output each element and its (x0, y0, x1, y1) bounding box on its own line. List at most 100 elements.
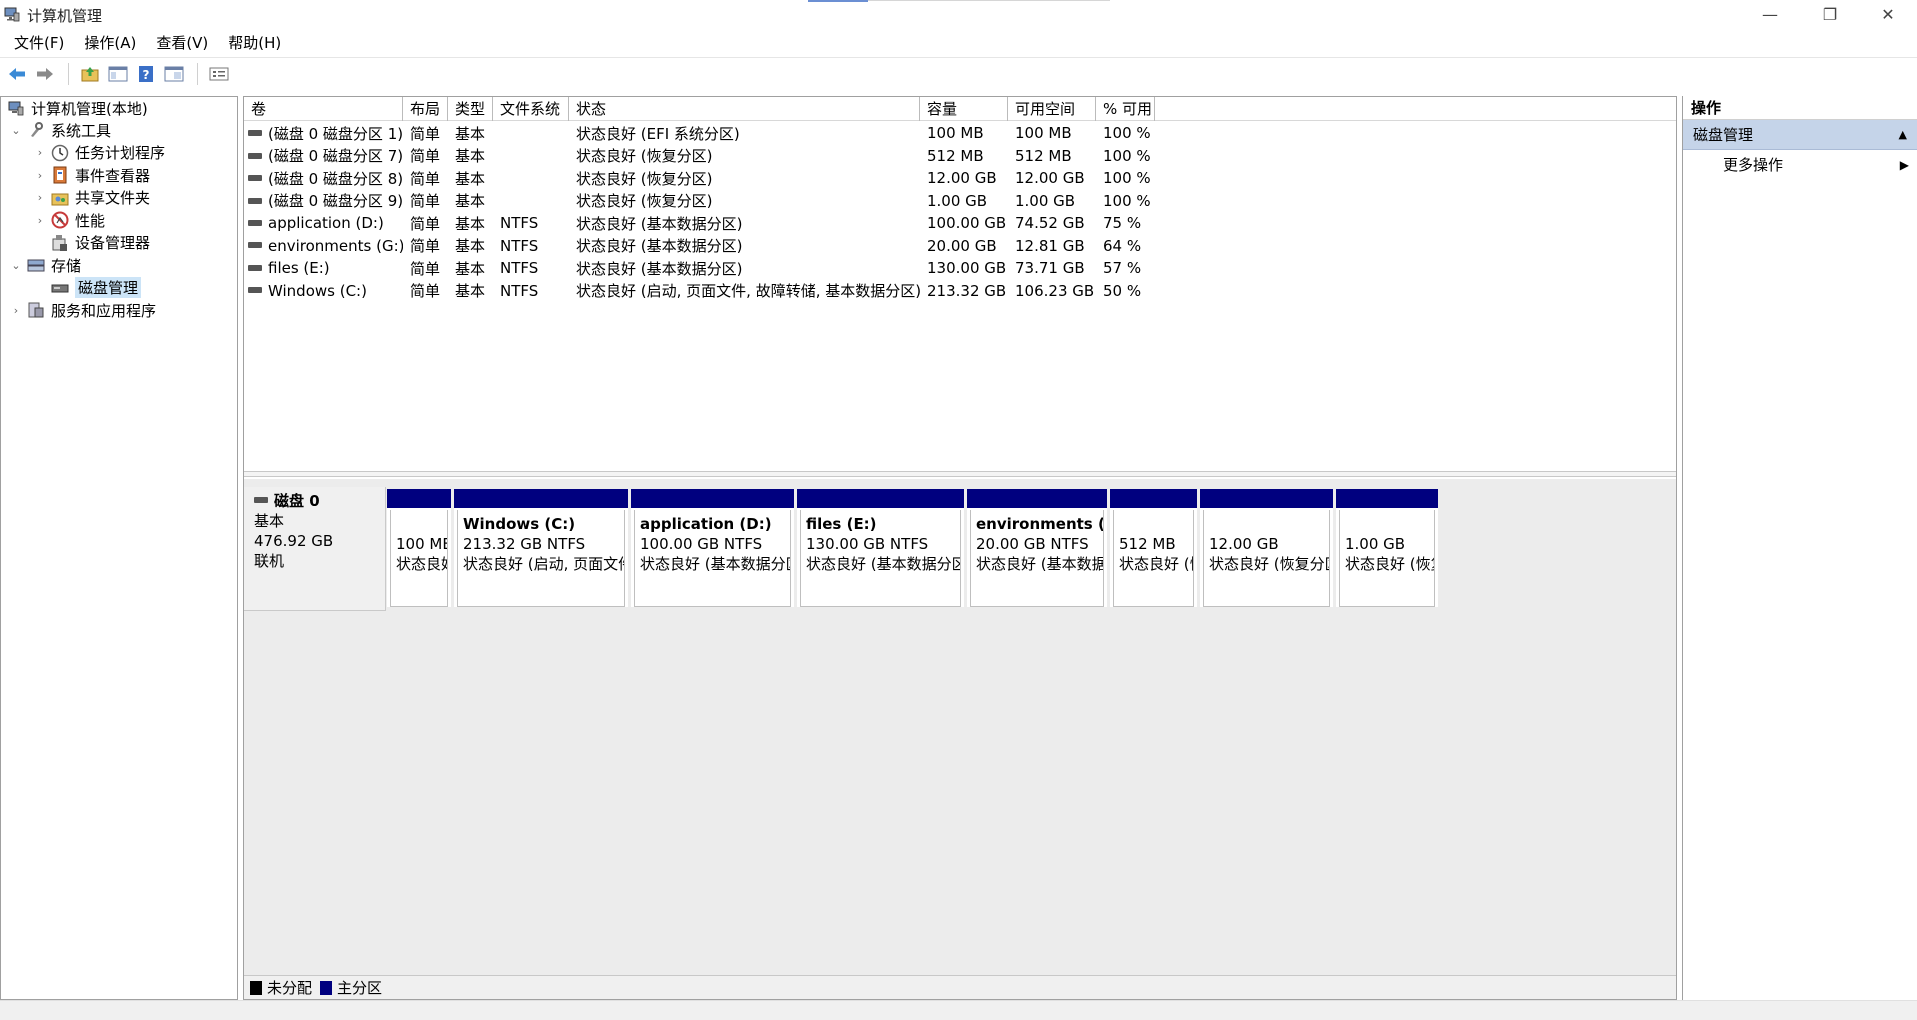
show-hide-tree-icon[interactable] (105, 61, 131, 87)
column-header-type[interactable]: 类型 (448, 97, 493, 121)
partition-status: 状态良好 (基本数据分区) (806, 555, 961, 573)
tree-item-event-viewer[interactable]: › 事件查看器 (33, 164, 150, 186)
volume-name-text: (磁盘 0 磁盘分区 8) (268, 169, 403, 188)
volume-type: 基本 (455, 259, 486, 278)
tree-item-storage[interactable]: ⌄ 存储 (9, 254, 81, 276)
performance-icon (51, 211, 69, 229)
tree-label: 共享文件夹 (75, 189, 151, 207)
menu-action[interactable]: 操作(A) (76, 32, 144, 53)
volume-row[interactable]: (磁盘 0 磁盘分区 1) 简单 基本 状态良好 (EFI 系统分区) 100 MB 10… (244, 122, 1676, 145)
column-header-capacity[interactable]: 容量 (920, 97, 1008, 121)
chevron-right-icon[interactable]: › (33, 214, 47, 227)
volume-name: (磁盘 0 磁盘分区 9) (244, 190, 403, 211)
legend-label-unallocated: 未分配 (267, 979, 313, 997)
volume-free-space: 1.00 GB (1015, 191, 1076, 210)
disk-info[interactable]: 磁盘 0 基本 476.92 GB 联机 (244, 487, 386, 611)
column-header-status[interactable]: 状态 (569, 97, 920, 121)
volume-status: 状态良好 (基本数据分区) (576, 214, 743, 233)
volume-name: environments (G:) (244, 237, 403, 255)
tree-label: 磁盘管理 (75, 277, 142, 298)
volume-capacity: 12.00 GB (927, 169, 997, 188)
column-header-filesystem[interactable]: 文件系统 (493, 97, 569, 121)
actions-pane: 操作 磁盘管理 ▲ 更多操作 ▶ (1682, 96, 1917, 1000)
partition-map: 100 MB 状态良好 Windows (C:) 213.32 GB NTFS 状态良好… (387, 489, 1673, 609)
volume-free-space: 12.81 GB (1015, 236, 1085, 255)
tree-item-disk-management[interactable]: 磁盘管理 (51, 277, 142, 299)
tree-label: 性能 (75, 211, 106, 230)
chevron-right-icon[interactable]: › (9, 304, 23, 317)
up-folder-icon[interactable] (77, 61, 103, 87)
menu-file[interactable]: 文件(F) (6, 32, 72, 53)
partition-status: 状态良好 (恢复分区) (1209, 555, 1329, 573)
pane-splitter[interactable] (244, 471, 1676, 477)
tree-item-task-scheduler[interactable]: › 任务计划程序 (33, 142, 165, 164)
menu-view[interactable]: 查看(V) (148, 32, 216, 53)
chevron-right-icon[interactable]: › (33, 146, 47, 159)
partition-block[interactable]: 512 MB 状态良好 (恢复 (1110, 489, 1197, 607)
tree-item-system-tools[interactable]: ⌄ 系统工具 (9, 119, 111, 141)
tree-item-root[interactable]: 计算机管理(本地) (7, 97, 148, 119)
volume-free-space: 106.23 GB (1015, 281, 1095, 300)
column-header-percent-free[interactable]: % 可用 (1096, 97, 1155, 121)
actions-section-disk-management[interactable]: 磁盘管理 ▲ (1683, 120, 1917, 150)
volume-status: 状态良好 (恢复分区) (576, 192, 713, 211)
disk-type: 基本 (254, 512, 285, 530)
list-view-icon[interactable] (206, 61, 232, 87)
legend-label-primary: 主分区 (337, 979, 383, 997)
forward-arrow-icon[interactable] (32, 61, 58, 87)
properties-icon[interactable] (161, 61, 187, 87)
chevron-right-icon[interactable]: › (33, 191, 47, 204)
volume-row[interactable]: Windows (C:) 简单 基本 NTFS 状态良好 (启动, 页面文件, 故障转储… (244, 280, 1676, 303)
help-icon[interactable]: ? (133, 61, 159, 87)
partition-block[interactable]: 1.00 GB 状态良好 (恢复分 (1336, 489, 1438, 607)
close-icon[interactable]: ✕ (1858, 0, 1917, 28)
volume-icon (248, 287, 262, 294)
disk-management-icon (51, 279, 69, 297)
disk-size: 476.92 GB (254, 532, 334, 550)
partition-block[interactable]: environments (G:) 20.00 GB NTFS 状态良好 (基本数据… (967, 489, 1107, 607)
event-log-icon (51, 166, 69, 184)
volume-row[interactable]: environments (G:) 简单 基本 NTFS 状态良好 (基本数据分区) 20… (244, 235, 1676, 258)
volume-icon (248, 242, 262, 249)
partition-block[interactable]: 12.00 GB 状态良好 (恢复分区) (1200, 489, 1333, 607)
partition-block[interactable]: Windows (C:) 213.32 GB NTFS 状态良好 (启动, 页面文件… (454, 489, 628, 607)
partition-block[interactable]: application (D:) 100.00 GB NTFS 状态良好 (基本数据… (631, 489, 794, 607)
tree-item-services[interactable]: › 服务和应用程序 (9, 299, 156, 321)
column-header-free-space[interactable]: 可用空间 (1008, 97, 1096, 121)
volume-icon (248, 152, 262, 159)
volume-row[interactable]: (磁盘 0 磁盘分区 9) 简单 基本 状态良好 (恢复分区) 1.00 GB 1.00 … (244, 190, 1676, 213)
volume-percent-free: 100 % (1103, 169, 1151, 188)
chevron-down-icon[interactable]: ⌄ (9, 124, 23, 137)
collapse-arrow-icon[interactable]: ▲ (1899, 120, 1907, 150)
partition-size: 20.00 GB NTFS (976, 535, 1089, 553)
restore-icon[interactable]: ❐ (1800, 0, 1860, 28)
volume-layout: 简单 (410, 169, 441, 188)
chevron-down-icon[interactable]: ⌄ (9, 259, 23, 272)
volume-layout: 简单 (410, 214, 441, 233)
partition-block[interactable]: files (E:) 130.00 GB NTFS 状态良好 (基本数据分区) (797, 489, 964, 607)
volume-row[interactable]: application (D:) 简单 基本 NTFS 状态良好 (基本数据分区) 100… (244, 212, 1676, 235)
volume-name-text: (磁盘 0 磁盘分区 9) (268, 192, 403, 211)
minimize-icon[interactable]: — (1740, 0, 1800, 28)
more-actions-item[interactable]: 更多操作 ▶ (1683, 150, 1917, 180)
volume-layout: 简单 (410, 259, 441, 278)
volume-percent-free: 57 % (1103, 259, 1142, 278)
chevron-right-icon[interactable]: › (33, 169, 47, 182)
partition-name: Windows (C:) (463, 515, 576, 533)
back-arrow-icon[interactable] (4, 61, 30, 87)
volume-layout: 简单 (410, 147, 441, 166)
partition-status: 状态良好 (启动, 页面文件, 故障 (463, 555, 624, 573)
menu-help[interactable]: 帮助(H) (220, 32, 289, 53)
column-header-volume[interactable]: 卷 (244, 97, 403, 121)
tree-item-performance[interactable]: › 性能 (33, 209, 105, 231)
volume-icon (248, 264, 262, 271)
partition-block[interactable]: 100 MB 状态良好 (387, 489, 451, 607)
volume-row[interactable]: files (E:) 简单 基本 NTFS 状态良好 (基本数据分区) 130.00 GB… (244, 257, 1676, 280)
volume-row[interactable]: (磁盘 0 磁盘分区 8) 简单 基本 状态良好 (恢复分区) 12.00 GB 12.0… (244, 167, 1676, 190)
tree-item-shared-folders[interactable]: › 共享文件夹 (33, 187, 150, 209)
column-header-layout[interactable]: 布局 (403, 97, 448, 121)
volume-row[interactable]: (磁盘 0 磁盘分区 7) 简单 基本 状态良好 (恢复分区) 512 MB 512 MB… (244, 145, 1676, 168)
volume-icon (248, 175, 262, 182)
tree-item-device-manager[interactable]: 设备管理器 (51, 232, 150, 254)
partition-type-bar (631, 489, 794, 508)
